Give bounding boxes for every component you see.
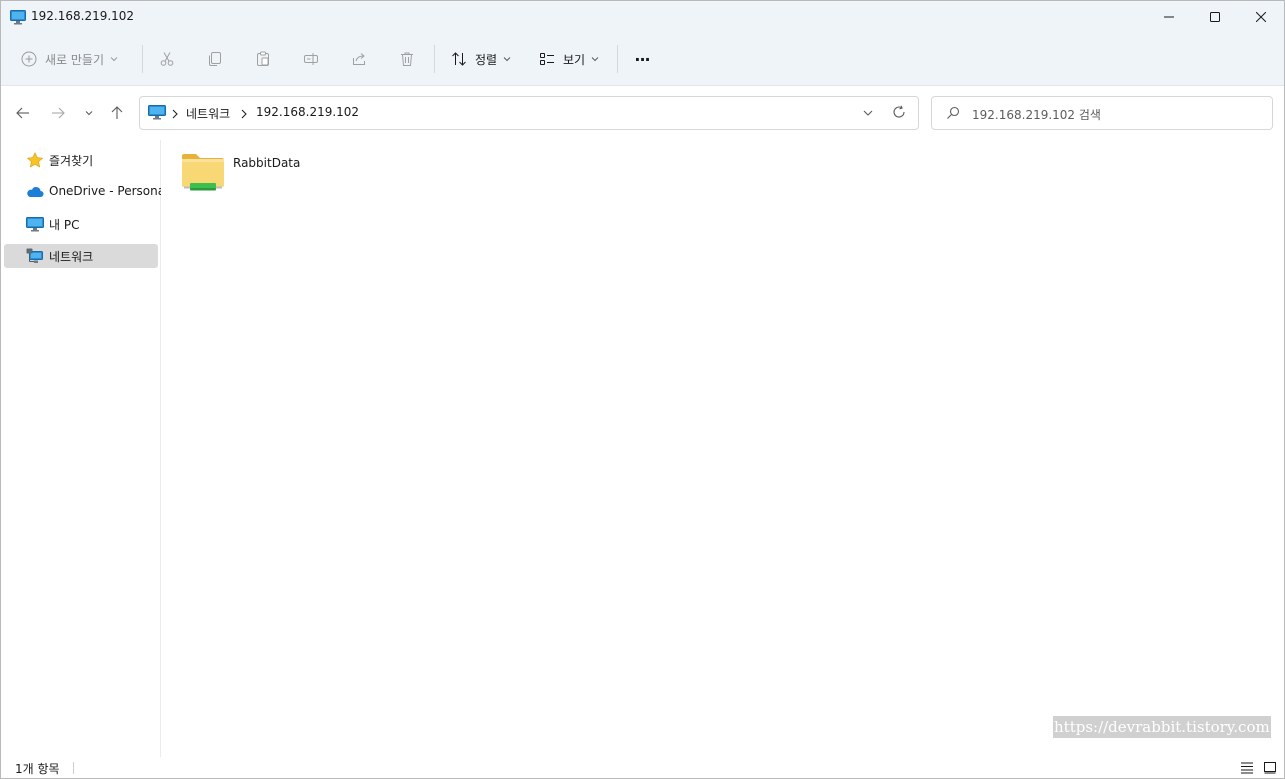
monitor-icon bbox=[10, 9, 26, 25]
chevron-down-icon bbox=[85, 111, 93, 116]
toolbar-separator bbox=[617, 45, 618, 73]
chevron-down-icon bbox=[503, 57, 511, 62]
breadcrumb-network[interactable]: 네트워크 bbox=[186, 105, 230, 122]
more-button[interactable]: ··· bbox=[631, 45, 653, 73]
rename-icon bbox=[304, 53, 318, 65]
details-view-icon bbox=[1241, 762, 1253, 774]
sidebar-item-label: 즐겨찾기 bbox=[49, 154, 94, 168]
arrow-up-icon bbox=[111, 106, 123, 119]
chevron-down-icon bbox=[863, 110, 873, 116]
share-icon bbox=[353, 53, 365, 65]
breadcrumb-separator-icon[interactable] bbox=[171, 108, 179, 122]
maximize-button[interactable] bbox=[1192, 1, 1238, 33]
status-separator bbox=[73, 762, 74, 774]
navigation-pane: 즐겨찾기 OneDrive - Personal 내 PC 네트워크 bbox=[1, 140, 168, 757]
trash-icon bbox=[401, 52, 413, 66]
star-icon bbox=[26, 152, 44, 168]
toolbar-separator bbox=[142, 45, 143, 73]
network-icon bbox=[26, 248, 44, 264]
sort-icon bbox=[452, 52, 466, 66]
address-bar[interactable]: 네트워크 192.168.219.102 bbox=[139, 96, 919, 130]
command-bar: 새로 만들기 정렬 보기 ··· bbox=[1, 33, 1284, 86]
sidebar-item-label: OneDrive - Personal bbox=[49, 184, 169, 198]
toolbar-separator bbox=[434, 45, 435, 73]
view-button-label: 보기 bbox=[563, 52, 586, 67]
up-button[interactable] bbox=[106, 102, 128, 124]
close-icon bbox=[1256, 12, 1266, 22]
details-view-button[interactable] bbox=[1240, 760, 1256, 774]
sidebar-item-onedrive[interactable]: OneDrive - Personal bbox=[4, 180, 168, 204]
cut-icon bbox=[160, 52, 174, 66]
window-title: 192.168.219.102 bbox=[31, 9, 135, 23]
list-item[interactable]: RabbitData bbox=[181, 152, 311, 198]
chevron-down-icon bbox=[591, 57, 599, 62]
sidebar-item-label: 네트워크 bbox=[49, 250, 94, 264]
paste-icon bbox=[257, 51, 269, 66]
breadcrumb-host[interactable]: 192.168.219.102 bbox=[256, 105, 359, 119]
cut-button[interactable] bbox=[159, 45, 177, 73]
share-button[interactable] bbox=[351, 45, 369, 73]
file-name: RabbitData bbox=[233, 156, 301, 170]
sort-button[interactable]: 정렬 bbox=[451, 45, 515, 73]
address-row: 네트워크 192.168.219.102 192.168.219.102 검색 bbox=[1, 86, 1284, 140]
sidebar-item-network[interactable]: 네트워크 bbox=[4, 244, 158, 268]
refresh-icon bbox=[893, 105, 905, 118]
address-history-button[interactable] bbox=[862, 107, 874, 122]
sidebar-item-this-pc[interactable]: 내 PC bbox=[4, 212, 158, 236]
new-button-label: 새로 만들기 bbox=[45, 52, 105, 67]
sort-button-label: 정렬 bbox=[475, 52, 498, 67]
view-button[interactable]: 보기 bbox=[539, 45, 603, 73]
forward-button[interactable] bbox=[47, 102, 69, 124]
search-input[interactable]: 192.168.219.102 검색 bbox=[931, 96, 1273, 130]
copy-icon bbox=[209, 52, 221, 66]
view-icon bbox=[540, 53, 554, 65]
maximize-icon bbox=[1210, 12, 1220, 22]
tiles-view-icon bbox=[1264, 762, 1276, 774]
watermark: https://devrabbit.tistory.com bbox=[1053, 716, 1271, 738]
paste-button[interactable] bbox=[255, 45, 273, 73]
sidebar-item-label: 내 PC bbox=[49, 218, 80, 232]
more-icon: ··· bbox=[634, 49, 650, 69]
search-placeholder: 192.168.219.102 검색 bbox=[972, 108, 1101, 122]
title-bar: 192.168.219.102 bbox=[1, 1, 1284, 33]
refresh-button[interactable] bbox=[892, 105, 906, 122]
search-icon bbox=[946, 106, 960, 123]
monitor-icon bbox=[26, 216, 44, 232]
close-button[interactable] bbox=[1238, 1, 1284, 33]
rename-button[interactable] bbox=[303, 45, 321, 73]
arrow-right-icon bbox=[52, 107, 65, 119]
arrow-left-icon bbox=[16, 107, 29, 119]
breadcrumb-separator-icon[interactable] bbox=[240, 108, 248, 122]
item-count: 1개 항목 bbox=[15, 762, 60, 776]
file-explorer-window: 192.168.219.102 새로 만들기 정렬 보기 ··· 네트워크 19… bbox=[0, 0, 1285, 779]
delete-button[interactable] bbox=[399, 45, 417, 73]
recent-locations-button[interactable] bbox=[78, 102, 100, 124]
sidebar-item-favorites[interactable]: 즐겨찾기 bbox=[4, 148, 158, 172]
new-button[interactable]: 새로 만들기 bbox=[21, 45, 129, 73]
back-button[interactable] bbox=[12, 102, 34, 124]
cloud-icon bbox=[26, 184, 44, 200]
tiles-view-button[interactable] bbox=[1263, 760, 1279, 774]
status-bar: 1개 항목 bbox=[1, 757, 1284, 778]
file-list: RabbitData bbox=[161, 140, 1284, 757]
add-circle-icon bbox=[21, 51, 37, 67]
copy-button[interactable] bbox=[207, 45, 225, 73]
monitor-icon bbox=[148, 104, 166, 123]
minimize-button[interactable] bbox=[1146, 1, 1192, 33]
chevron-down-icon bbox=[110, 57, 118, 62]
shared-folder-icon bbox=[181, 152, 225, 197]
minimize-icon bbox=[1164, 16, 1174, 18]
